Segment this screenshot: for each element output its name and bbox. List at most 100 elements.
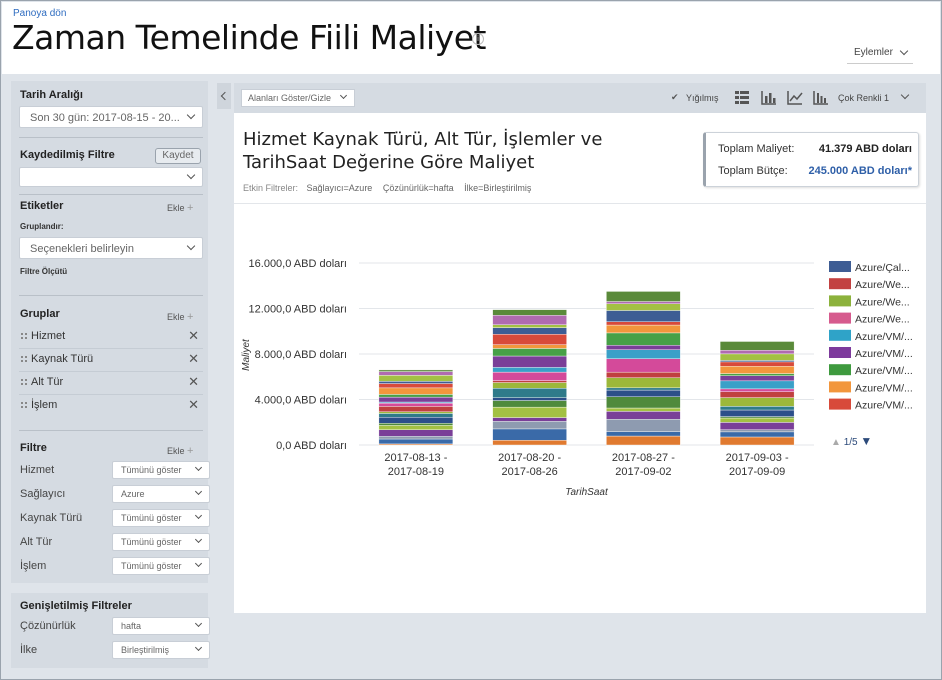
bar-segment [378,436,454,440]
group-item-hizmet[interactable]: Hizmet ✕ [19,326,203,349]
x-tick-label: 2017-09-02 [615,466,671,478]
group-item-alt-tur[interactable]: Alt Tür ✕ [19,372,203,395]
drag-handle-icon[interactable] [21,333,27,339]
chevron-down-icon [194,511,203,520]
chevron-down-icon [186,241,196,251]
bar-segment [492,334,567,345]
chevron-down-icon [339,91,348,100]
color-scheme-label[interactable]: Çok Renkli 1 [838,93,889,103]
drag-handle-icon[interactable] [21,356,27,362]
filter-add-link[interactable]: Ekle + [167,445,193,457]
bar-segment [606,303,681,311]
column-chart-icon[interactable] [813,90,829,105]
divider [19,137,203,138]
extended-filters-panel: Genişletilmiş Filtreler Çözünürlük hafta… [11,593,210,668]
legend-prev-icon[interactable]: ▲ [831,437,841,448]
bar-segment [606,310,681,322]
show-hide-fields-label: Alanları Göster/Gizle [248,93,332,103]
chevron-down-icon[interactable] [900,90,910,100]
filter-label-hizmet: Hizmet [20,464,55,476]
chevron-down-icon [194,559,203,568]
y-tick-label: 12.000,0 ABD doları [249,304,347,316]
x-tick-label: 2017-09-03 - [726,452,789,464]
cost-summary-box: Toplam Maliyet: 41.379 ABD doları Toplam… [703,132,919,187]
saved-filter-select[interactable] [19,167,203,187]
bar-segment [492,309,567,316]
chevron-left-icon [220,91,230,101]
total-cost-label: Toplam Maliyet: [718,143,795,155]
stacked-checkbox[interactable]: ✔ [671,92,681,102]
filter-select-hizmet[interactable]: Tümünü göster [112,461,210,479]
x-tick-label: 2017-08-26 [501,466,557,478]
filter-select-saglayici[interactable]: Azure [112,485,210,503]
bar-segment [378,383,454,389]
show-hide-fields-dropdown[interactable]: Alanları Göster/Gizle [241,89,355,107]
legend-swatch [829,278,851,290]
remove-icon[interactable]: ✕ [188,374,199,390]
x-tick-label: 2017-08-27 - [612,452,675,464]
x-tick-label: 2017-08-20 - [498,452,561,464]
bar-segment [719,366,795,374]
filter-select-kaynak-turu[interactable]: Tümünü göster [112,509,210,527]
group-item-label: Alt Tür [31,376,64,388]
actions-dropdown[interactable]: Eylemler [847,44,913,64]
total-cost-value: 41.379 ABD doları [818,143,912,155]
policy-select[interactable]: Birleştirilmiş [112,641,210,659]
group-item-islem[interactable]: İşlem ✕ [19,395,203,418]
drag-handle-icon[interactable] [21,379,27,385]
legend-swatch [829,398,851,410]
group-item-kaynak-turu[interactable]: Kaynak Türü ✕ [19,349,203,372]
filter-select-islem[interactable]: Tümünü göster [112,557,210,575]
filter-by-label: Filtre Ölçütü [20,267,68,276]
filter-select-alt-tur[interactable]: Tümünü göster [112,533,210,551]
total-budget-value[interactable]: 245.000 ABD doları* [808,165,912,177]
active-filter-chip: Sağlayıcı=Azure [306,183,373,193]
bar-segment [719,436,795,446]
chevron-down-icon [194,463,203,472]
bar-segment [378,381,454,384]
bar-segment [492,327,567,335]
divider [19,430,203,431]
x-tick-label: 2017-08-19 [388,466,444,478]
extended-filters-title: Genişletilmiş Filtreler [20,600,132,612]
divider [19,295,203,296]
bar-segment [378,369,454,372]
bar-segment [378,375,454,382]
legend-pager[interactable]: ▲ 1/5 ▼ [831,434,872,448]
active-filter-chip: Çözünürlük=hafta [382,183,454,193]
sidebar-filters-panel: Tarih Aralığı Son 30 gün: 2017-08-15 - 2… [11,81,210,583]
collapse-sidebar-button[interactable] [217,83,231,109]
remove-icon[interactable]: ✕ [188,397,199,413]
tag-group-by-select[interactable]: Seçenekleri belirleyin [19,237,203,259]
bar-segment [719,417,795,423]
plus-icon: + [187,202,194,214]
bar-segment [378,411,454,414]
save-filter-button[interactable]: Kaydet [155,148,201,164]
active-filters: Etkin Filtreler: Sağlayıcı=Azure Çözünür… [243,183,539,193]
groups-add-link[interactable]: Ekle + [167,311,193,323]
bar-segment [378,417,454,424]
bar-segment [606,301,681,304]
bar-segment [719,391,795,398]
date-range-title: Tarih Aralığı [20,89,83,101]
info-icon[interactable]: i [472,33,484,45]
legend-next-icon[interactable]: ▼ [860,434,872,448]
bar-segment [606,349,681,359]
bar-segment [606,345,681,350]
filter-label-policy: İlke [20,644,38,656]
remove-icon[interactable]: ✕ [188,351,199,367]
tags-add-link[interactable]: Ekle + [167,202,193,214]
chevron-down-icon [194,487,203,496]
bar-segment [378,429,454,437]
resolution-select[interactable]: hafta [112,617,210,635]
bar-chart-icon[interactable] [761,90,777,105]
x-tick-label: 2017-09-09 [729,466,785,478]
legend-label: Azure/VM/... [855,382,913,394]
date-range-select[interactable]: Son 30 gün: 2017-08-15 - 20... [19,106,203,128]
bar-segment [606,419,681,432]
remove-icon[interactable]: ✕ [188,328,199,344]
table-view-icon[interactable] [734,90,750,105]
drag-handle-icon[interactable] [21,402,27,408]
line-chart-icon[interactable] [787,90,803,105]
bar-segment [378,387,454,395]
